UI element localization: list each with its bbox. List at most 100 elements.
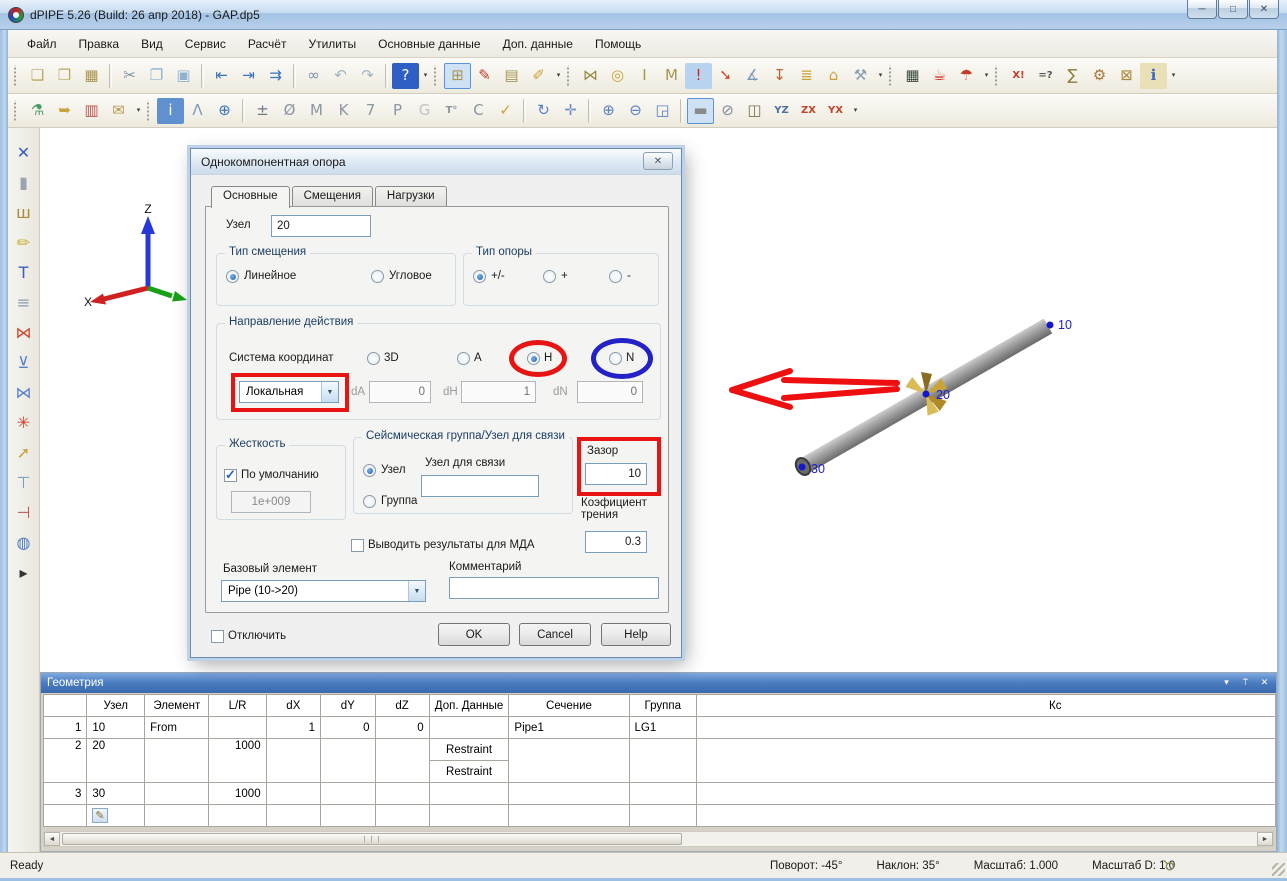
hammer-pick-icon[interactable]: ⚒ <box>847 63 874 89</box>
gap-input[interactable]: 10 <box>585 463 647 485</box>
edit-row-pencil-icon[interactable]: ✎ <box>92 808 107 823</box>
pan-view-icon[interactable]: ✛ <box>557 98 584 124</box>
view-yx-icon[interactable]: YX <box>822 98 849 124</box>
menu-item[interactable]: Доп. данные <box>492 33 584 55</box>
mass-m-icon[interactable]: M <box>658 63 685 89</box>
radio-angular[interactable] <box>371 270 384 283</box>
scroll-right-icon[interactable]: ► <box>1257 832 1273 846</box>
table-row[interactable]: 2 20 1000 Restraint <box>44 739 1276 761</box>
spool-icon[interactable]: ▥ <box>78 98 105 124</box>
find-binoculars-icon[interactable]: ∞ <box>300 63 327 89</box>
magic-wand-icon[interactable]: ✐ <box>525 63 552 89</box>
branch-icon[interactable]: ⊣ <box>11 500 37 526</box>
pipe-section-icon[interactable]: ⊘ <box>714 98 741 124</box>
menu-item[interactable]: Утилиты <box>297 33 367 55</box>
key-icon[interactable]: ⚲ <box>1158 855 1179 876</box>
edit-z-icon[interactable]: 7 <box>357 98 384 124</box>
spring-hanger-icon[interactable]: ± <box>249 98 276 124</box>
comment-input[interactable] <box>449 577 659 599</box>
minimize-button[interactable]: ─ <box>1187 0 1217 19</box>
base-element-dropdown[interactable]: Pipe (10->20) ▼ <box>221 580 426 602</box>
support-icon[interactable]: ш <box>11 200 37 226</box>
zoom-in-icon[interactable]: ⊕ <box>595 98 622 124</box>
compass-icon[interactable]: Λ <box>184 98 211 124</box>
key-tool-icon[interactable]: ➥ <box>51 98 78 124</box>
radio-n[interactable] <box>609 352 622 365</box>
radio-seismic-group[interactable] <box>363 495 376 508</box>
menu-item[interactable]: Основные данные <box>367 33 492 55</box>
node-input[interactable]: 20 <box>271 215 371 237</box>
table-new-row[interactable]: ✎ <box>44 805 1276 827</box>
zoom-out-icon[interactable]: ⊖ <box>622 98 649 124</box>
sum-icon[interactable]: ∑ <box>1059 63 1086 89</box>
envelope-pmn-icon[interactable]: ✉ <box>105 98 132 124</box>
radio-minus[interactable] <box>609 270 622 283</box>
tab-osnovnye[interactable]: Основные <box>211 186 290 208</box>
resize-grip[interactable] <box>1272 863 1285 876</box>
open-folder-icon[interactable]: ❒ <box>51 63 78 89</box>
paste-icon[interactable]: ▣ <box>170 63 197 89</box>
menu-item[interactable]: Вид <box>130 33 174 55</box>
edit-k-icon[interactable]: K <box>330 98 357 124</box>
layers-icon[interactable]: ≣ <box>793 63 820 89</box>
force-arrow-icon[interactable]: ➚ <box>11 440 37 466</box>
train-icon[interactable]: ⚙ <box>1086 63 1113 89</box>
maximize-button[interactable]: □ <box>1218 0 1248 19</box>
pipe-ellipse-icon[interactable]: ◍ <box>11 530 37 556</box>
notepad-icon[interactable]: ▤ <box>498 63 525 89</box>
edit-temp-icon[interactable]: T° <box>438 98 465 124</box>
properties-icon[interactable]: i <box>157 98 184 124</box>
help-button[interactable]: Help <box>601 623 671 646</box>
weight-icon[interactable]: ▮ <box>11 170 37 196</box>
decay-curve-icon[interactable]: ➘ <box>712 63 739 89</box>
valve-icon[interactable]: ⋈ <box>577 63 604 89</box>
dialog-close-button[interactable]: ✕ <box>643 152 673 170</box>
radio-h[interactable] <box>527 352 540 365</box>
damper-icon[interactable]: ✏ <box>11 230 37 256</box>
tee-support-icon[interactable]: ⊤ <box>11 470 37 496</box>
link-node-input[interactable] <box>421 475 539 497</box>
table-row[interactable]: 3 30 1000 <box>44 783 1276 805</box>
teapot-icon[interactable]: ☕ <box>926 63 953 89</box>
render-pipe-icon[interactable]: ▬ <box>687 98 714 124</box>
menu-item[interactable]: Расчёт <box>237 33 298 55</box>
tab-smeshcheniya[interactable]: Смещения <box>292 186 373 207</box>
check-xn-icon[interactable]: Х! <box>1005 63 1032 89</box>
close-button[interactable]: ✕ <box>1249 0 1279 19</box>
ok-button[interactable]: OK <box>438 623 510 646</box>
expansion-cross-icon[interactable]: ✳ <box>11 410 37 436</box>
view-yz-icon[interactable]: YZ <box>768 98 795 124</box>
panel-close-icon[interactable]: ✕ <box>1257 675 1272 690</box>
copy-icon[interactable]: ❐ <box>143 63 170 89</box>
edit-p-icon[interactable]: P <box>384 98 411 124</box>
radio-linear[interactable] <box>226 270 239 283</box>
edit-mass-icon[interactable]: M <box>303 98 330 124</box>
expand-toolbar-icon[interactable]: ▸ <box>11 560 37 586</box>
panel-pin-icon[interactable]: ⍑ <box>1238 675 1253 690</box>
friction-input[interactable]: 0.3 <box>585 531 647 553</box>
scrollbar-thumb[interactable]: ❘❘❘ <box>62 833 682 845</box>
menu-item[interactable]: Файл <box>16 33 68 55</box>
radio-seismic-node[interactable] <box>363 464 376 477</box>
check-eq-icon[interactable]: =? <box>1032 63 1059 89</box>
scroll-left-icon[interactable]: ◄ <box>44 832 60 846</box>
insert-row-after-icon[interactable]: ⇉ <box>262 63 289 89</box>
edit-diameter-icon[interactable]: Ø <box>276 98 303 124</box>
calculator-icon[interactable]: ▦ <box>899 63 926 89</box>
flask-icon[interactable]: ⚗ <box>24 98 51 124</box>
rotate-view-icon[interactable]: ↻ <box>530 98 557 124</box>
edit-c-icon[interactable]: C <box>465 98 492 124</box>
geometry-hscrollbar[interactable]: ◄ ❘❘❘ ► <box>43 831 1274 847</box>
disable-checkbox[interactable] <box>211 630 224 643</box>
tab-nagruzki[interactable]: Нагрузки <box>375 186 447 207</box>
check-connect-icon[interactable]: ✓ <box>492 98 519 124</box>
mda-error-icon[interactable]: ! <box>685 63 712 89</box>
coord-system-dropdown[interactable]: Локальная ▼ <box>239 381 339 403</box>
rails-icon[interactable]: ≡ <box>11 290 37 316</box>
help-icon[interactable]: ? <box>392 63 419 89</box>
radio-3d[interactable] <box>367 352 380 365</box>
mushroom-icon[interactable]: ☂ <box>953 63 980 89</box>
table-row[interactable]: 1 10 From 1 0 0 Pipe1 LG1 <box>44 717 1276 739</box>
menu-item[interactable]: Сервис <box>174 33 237 55</box>
panel-menu-icon[interactable]: ▾ <box>1219 675 1234 690</box>
